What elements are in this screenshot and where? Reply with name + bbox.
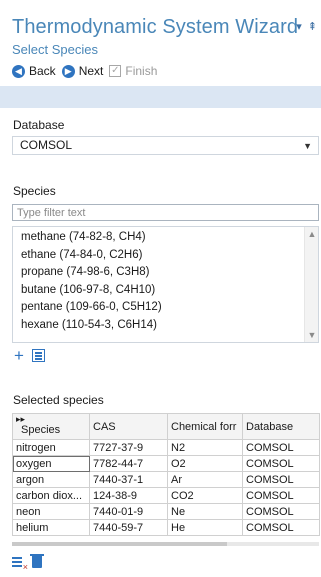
selected-species-label: Selected species: [13, 393, 104, 407]
next-arrow-icon: ▶: [61, 64, 75, 78]
horizontal-scrollbar[interactable]: [12, 542, 319, 546]
list-item[interactable]: ethane (74-84-0, C2H6): [21, 247, 318, 265]
database-cell[interactable]: COMSOL: [242, 471, 320, 488]
next-label: Next: [78, 64, 104, 78]
list-item[interactable]: propane (74-98-6, C3H8): [21, 264, 318, 282]
vertical-scrollbar[interactable]: ▲ ▼: [304, 227, 318, 342]
database-cell[interactable]: COMSOL: [242, 439, 320, 456]
list-item[interactable]: hexane (110-54-3, C6H14): [21, 317, 318, 335]
table-row[interactable]: argon 7440-37-1 Ar COMSOL: [12, 471, 320, 488]
formula-cell[interactable]: O2: [167, 455, 243, 472]
header-band: [0, 86, 321, 108]
add-species-icon[interactable]: +: [14, 347, 24, 364]
table-row[interactable]: nitrogen 7727-37-9 N2 COMSOL: [12, 439, 320, 456]
formula-cell[interactable]: He: [167, 519, 243, 536]
cas-cell[interactable]: 124-38-9: [89, 487, 168, 504]
table-row[interactable]: oxygen 7782-44-7 O2 COMSOL: [12, 455, 320, 472]
formula-cell[interactable]: CO2: [167, 487, 243, 504]
species-cell[interactable]: carbon diox...: [12, 487, 90, 504]
column-header-cas[interactable]: CAS: [89, 413, 168, 440]
scroll-down-icon[interactable]: ▼: [305, 328, 319, 342]
species-label: Species: [13, 184, 56, 198]
cas-cell[interactable]: 7440-01-9: [89, 503, 168, 520]
wizard-nav: ◀ Back ▶ Next ✓ Finish: [12, 62, 163, 80]
formula-cell[interactable]: Ne: [167, 503, 243, 520]
cas-cell[interactable]: 7782-44-7: [89, 455, 168, 472]
column-header-species[interactable]: ▸▸ Species: [12, 413, 90, 440]
clear-list-icon[interactable]: [12, 556, 28, 572]
list-item[interactable]: pentane (109-66-0, C5H12): [21, 299, 318, 317]
species-cell[interactable]: helium: [12, 519, 90, 536]
step-title: Select Species: [12, 42, 98, 57]
selected-species-table: ▸▸ Species CAS Chemical forr Database ni…: [12, 413, 320, 536]
database-cell[interactable]: COMSOL: [242, 503, 320, 520]
table-row[interactable]: neon 7440-01-9 Ne COMSOL: [12, 503, 320, 520]
species-cell[interactable]: argon: [12, 471, 90, 488]
species-cell[interactable]: oxygen: [12, 455, 90, 472]
database-value: COMSOL: [20, 138, 73, 152]
back-button[interactable]: ◀ Back: [12, 64, 56, 78]
finish-button[interactable]: ✓ Finish: [109, 64, 157, 78]
column-header-database[interactable]: Database: [242, 413, 320, 440]
column-header-formula[interactable]: Chemical forr: [167, 413, 243, 440]
species-filter-input[interactable]: [12, 204, 319, 221]
species-list[interactable]: methane (74-82-8, CH4) ethane (74-84-0, …: [12, 226, 319, 343]
wizard-header: Thermodynamic System Wizard ▾ ⇞ Select S…: [0, 0, 321, 86]
expand-columns-icon[interactable]: ▸▸: [16, 415, 25, 424]
database-label: Database: [13, 118, 65, 132]
chevron-down-icon: ▼: [303, 141, 312, 151]
finish-label: Finish: [125, 64, 158, 78]
scroll-up-icon[interactable]: ▲: [305, 227, 319, 241]
delete-icon[interactable]: [30, 554, 44, 568]
species-toolbar: +: [14, 347, 45, 364]
list-item[interactable]: butane (106-97-8, C4H10): [21, 282, 318, 300]
menu-dropdown-icon[interactable]: ▾: [296, 22, 302, 33]
cas-cell[interactable]: 7727-37-9: [89, 439, 168, 456]
next-button[interactable]: ▶ Next: [61, 64, 104, 78]
list-item[interactable]: methane (74-82-8, CH4): [21, 229, 318, 247]
database-cell[interactable]: COMSOL: [242, 487, 320, 504]
window-title: Thermodynamic System Wizard: [12, 16, 299, 38]
scroll-thumb[interactable]: [12, 542, 227, 546]
cas-cell[interactable]: 7440-59-7: [89, 519, 168, 536]
table-row[interactable]: helium 7440-59-7 He COMSOL: [12, 519, 320, 536]
database-select[interactable]: COMSOL ▼: [12, 136, 319, 155]
finish-check-icon: ✓: [109, 65, 122, 77]
selected-toolbar: [12, 554, 44, 572]
cas-cell[interactable]: 7440-37-1: [89, 471, 168, 488]
back-arrow-icon: ◀: [12, 64, 25, 78]
species-cell[interactable]: neon: [12, 503, 90, 520]
database-cell[interactable]: COMSOL: [242, 519, 320, 536]
table-row[interactable]: carbon diox... 124-38-9 CO2 COMSOL: [12, 487, 320, 504]
pin-icon[interactable]: ⇞: [308, 22, 317, 33]
back-label: Back: [29, 64, 56, 78]
formula-cell[interactable]: Ar: [167, 471, 243, 488]
species-cell[interactable]: nitrogen: [12, 439, 90, 456]
add-from-library-icon[interactable]: [31, 349, 45, 362]
formula-cell[interactable]: N2: [167, 439, 243, 456]
title-controls: ▾ ⇞: [296, 22, 317, 33]
database-cell[interactable]: COMSOL: [242, 455, 320, 472]
